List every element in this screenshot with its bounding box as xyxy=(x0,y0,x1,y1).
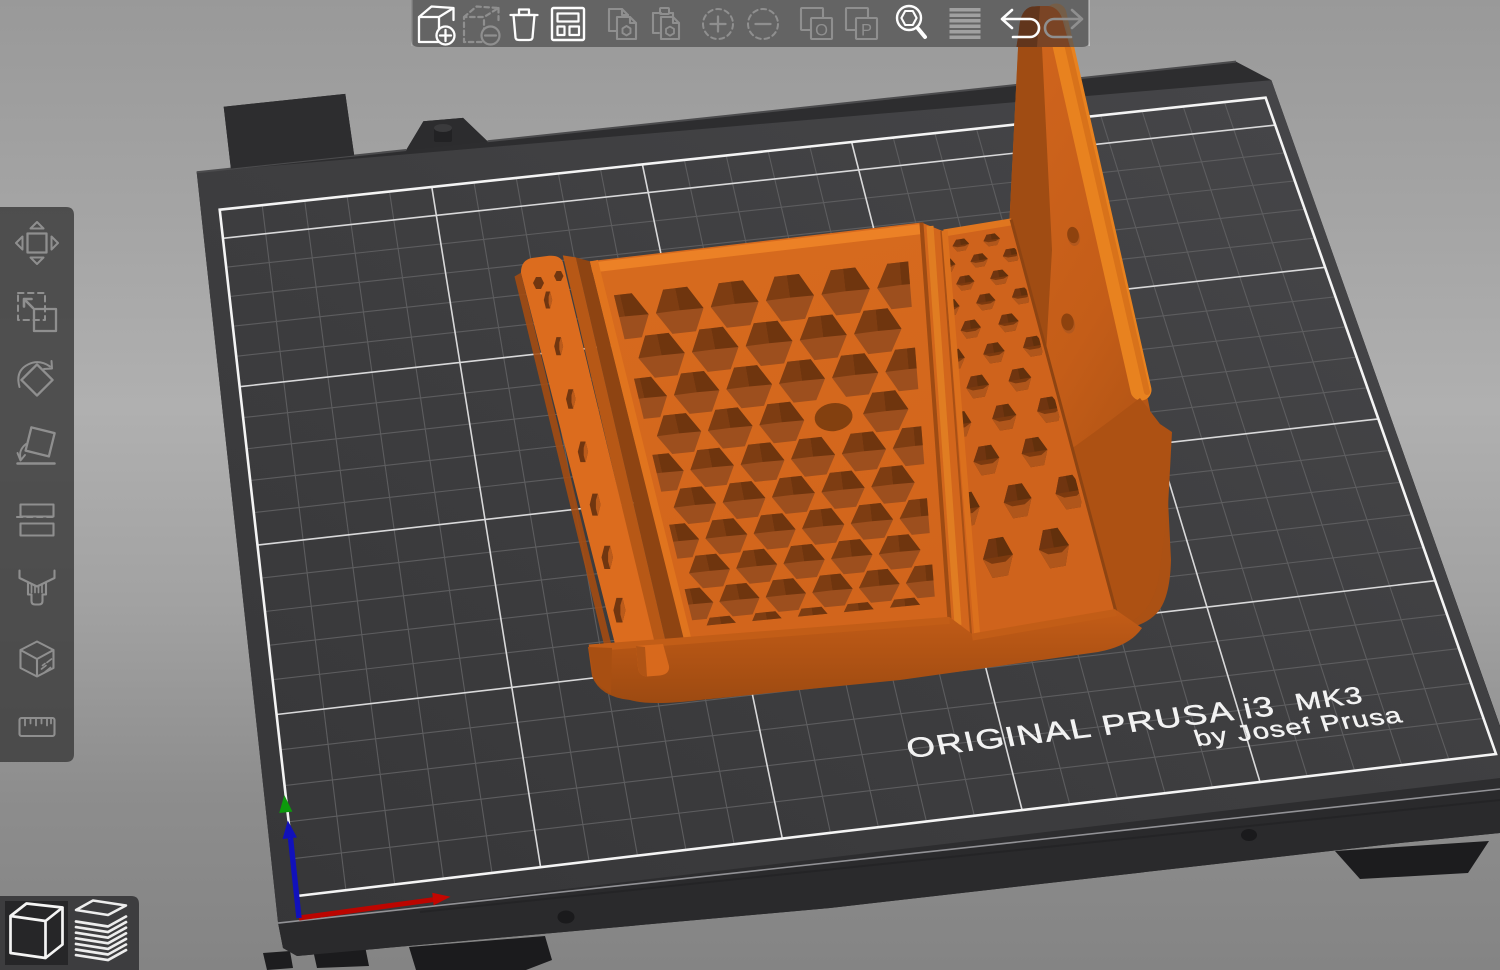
svg-text:O: O xyxy=(815,22,828,40)
svg-text:P: P xyxy=(861,22,872,40)
